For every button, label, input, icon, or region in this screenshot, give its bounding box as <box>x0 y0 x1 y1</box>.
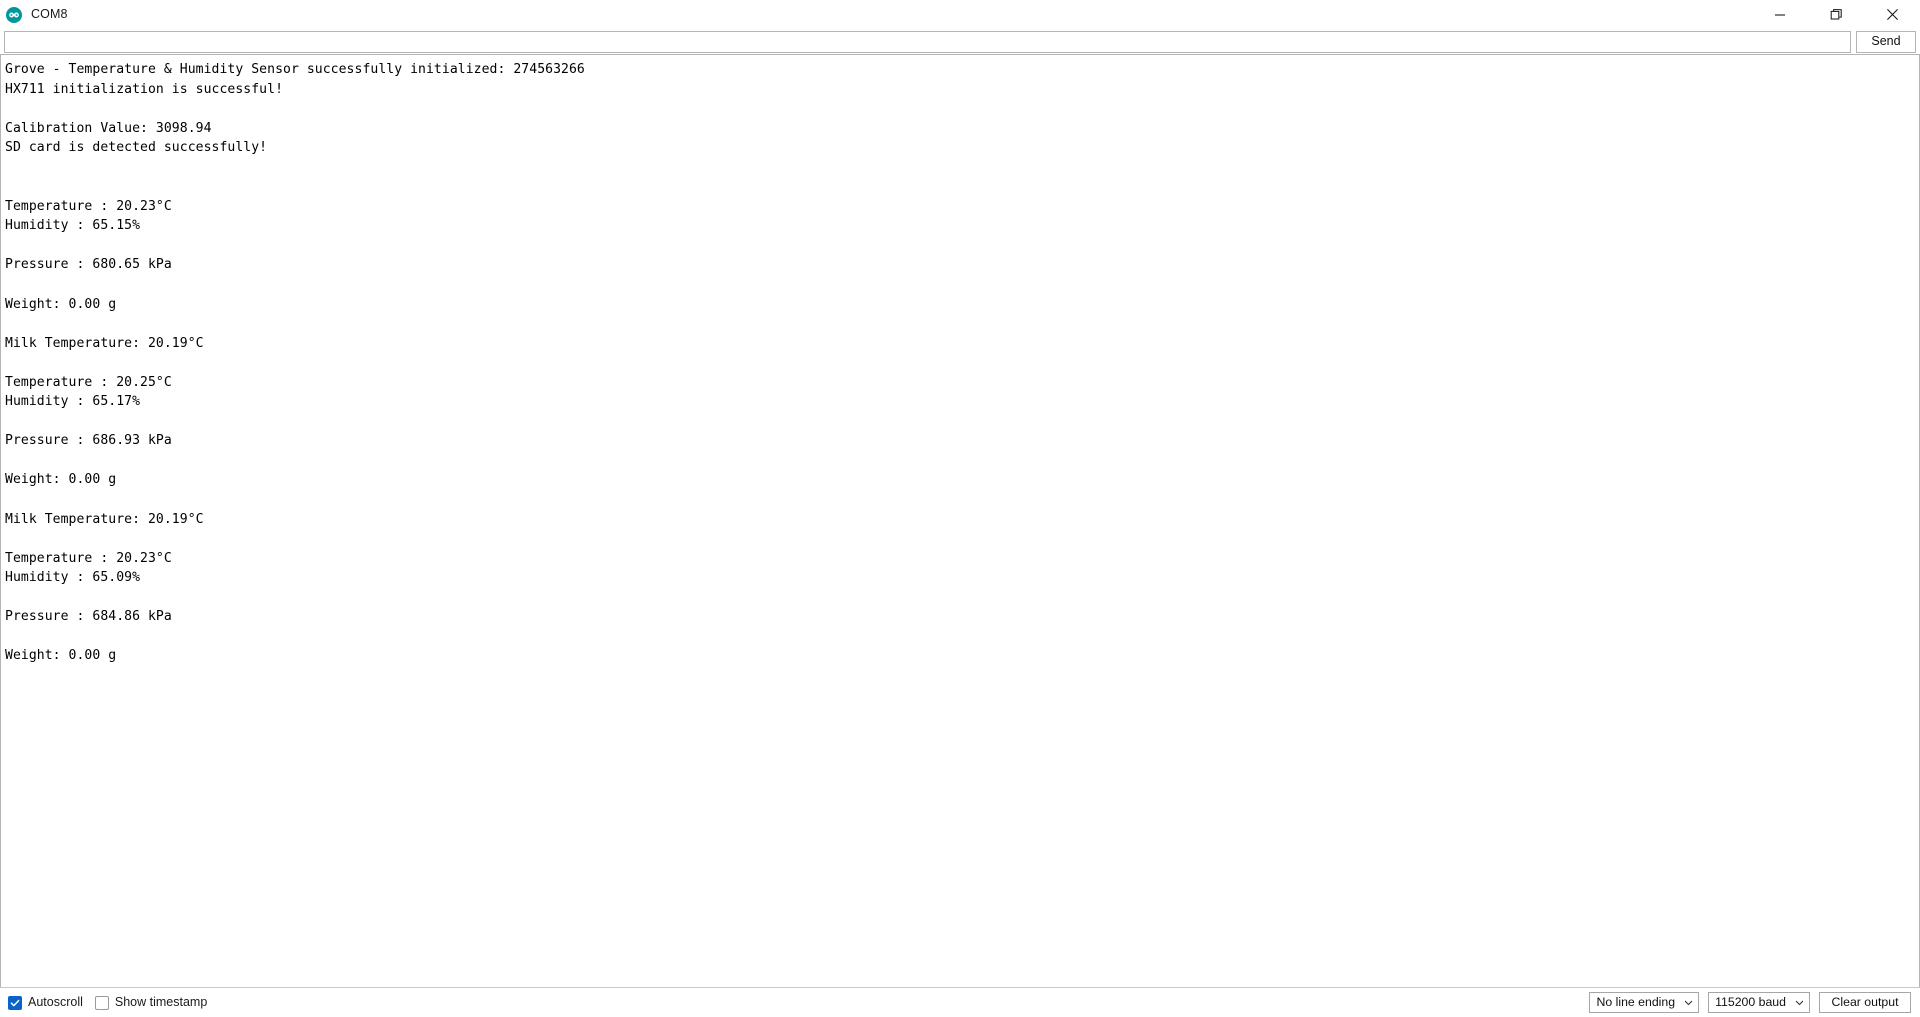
autoscroll-checkbox[interactable]: Autoscroll <box>8 995 83 1010</box>
baud-rate-value: 115200 baud <box>1715 995 1786 1010</box>
console-output-area[interactable]: Grove - Temperature & Humidity Sensor su… <box>0 54 1920 987</box>
title-bar: COM8 <box>0 0 1920 29</box>
console-line: Humidity : 65.15% <box>5 218 141 234</box>
baud-rate-select[interactable]: 115200 baud <box>1708 992 1810 1013</box>
console-line: Temperature : 20.23°C <box>5 550 172 566</box>
title-bar-drag-area[interactable] <box>68 0 1920 29</box>
show-timestamp-checkbox-box[interactable] <box>94 995 109 1010</box>
console-line: Humidity : 65.17% <box>5 394 141 410</box>
line-ending-select[interactable]: No line ending <box>1589 992 1700 1013</box>
console-line: Pressure : 684.86 kPa <box>5 609 172 625</box>
console-line: Weight: 0.00 g <box>5 472 117 488</box>
console-line: Temperature : 20.23°C <box>5 198 172 214</box>
console-line: Grove - Temperature & Humidity Sensor su… <box>5 62 585 77</box>
console-output-text: Grove - Temperature & Humidity Sensor su… <box>1 55 1919 987</box>
autoscroll-checkbox-box[interactable] <box>8 995 22 1010</box>
console-line: Pressure : 680.65 kPa <box>5 257 172 273</box>
console-line: Milk Temperature: 20.19°C <box>5 511 204 527</box>
serial-send-input[interactable] <box>4 30 1851 53</box>
show-timestamp-checkbox[interactable]: Show timestamp <box>94 995 208 1010</box>
console-line: Weight: 0.00 g <box>5 296 117 312</box>
send-row: Send <box>0 29 1920 54</box>
window-title: COM8 <box>31 7 68 22</box>
arduino-infinity-icon <box>6 6 22 23</box>
restore-icon[interactable] <box>1808 0 1864 29</box>
console-line: Weight: 0.00 g <box>5 648 117 664</box>
chevron-down-icon <box>1684 1000 1693 1006</box>
serial-monitor-window: COM8 Send Grove - Temperature & Humidity… <box>0 0 1920 1017</box>
console-line: Milk Temperature: 20.19°C <box>5 335 204 351</box>
clear-output-button[interactable]: Clear output <box>1819 992 1911 1013</box>
title-bar-left: COM8 <box>0 6 68 23</box>
send-button[interactable]: Send <box>1856 30 1916 53</box>
minimize-icon[interactable] <box>1752 0 1808 29</box>
check-icon <box>10 999 20 1006</box>
line-ending-value: No line ending <box>1596 995 1676 1010</box>
console-line: Calibration Value: 3098.94 <box>5 120 212 136</box>
console-line: Humidity : 65.09% <box>5 570 141 586</box>
console-line: SD card is detected successfully! <box>5 140 268 156</box>
console-line: Temperature : 20.25°C <box>5 374 172 390</box>
window-controls <box>1752 0 1920 29</box>
autoscroll-label: Autoscroll <box>28 995 83 1010</box>
chevron-down-icon <box>1795 1000 1804 1006</box>
console-line: Pressure : 686.93 kPa <box>5 433 172 449</box>
console-line: HX711 initialization is successful! <box>5 81 284 97</box>
show-timestamp-label: Show timestamp <box>114 995 208 1010</box>
close-icon[interactable] <box>1864 0 1920 29</box>
status-bar: Autoscroll Show timestamp No line ending… <box>0 987 1920 1017</box>
status-bar-right: No line ending 115200 baud Clear output <box>1589 992 1915 1013</box>
status-bar-left: Autoscroll Show timestamp <box>5 995 208 1010</box>
